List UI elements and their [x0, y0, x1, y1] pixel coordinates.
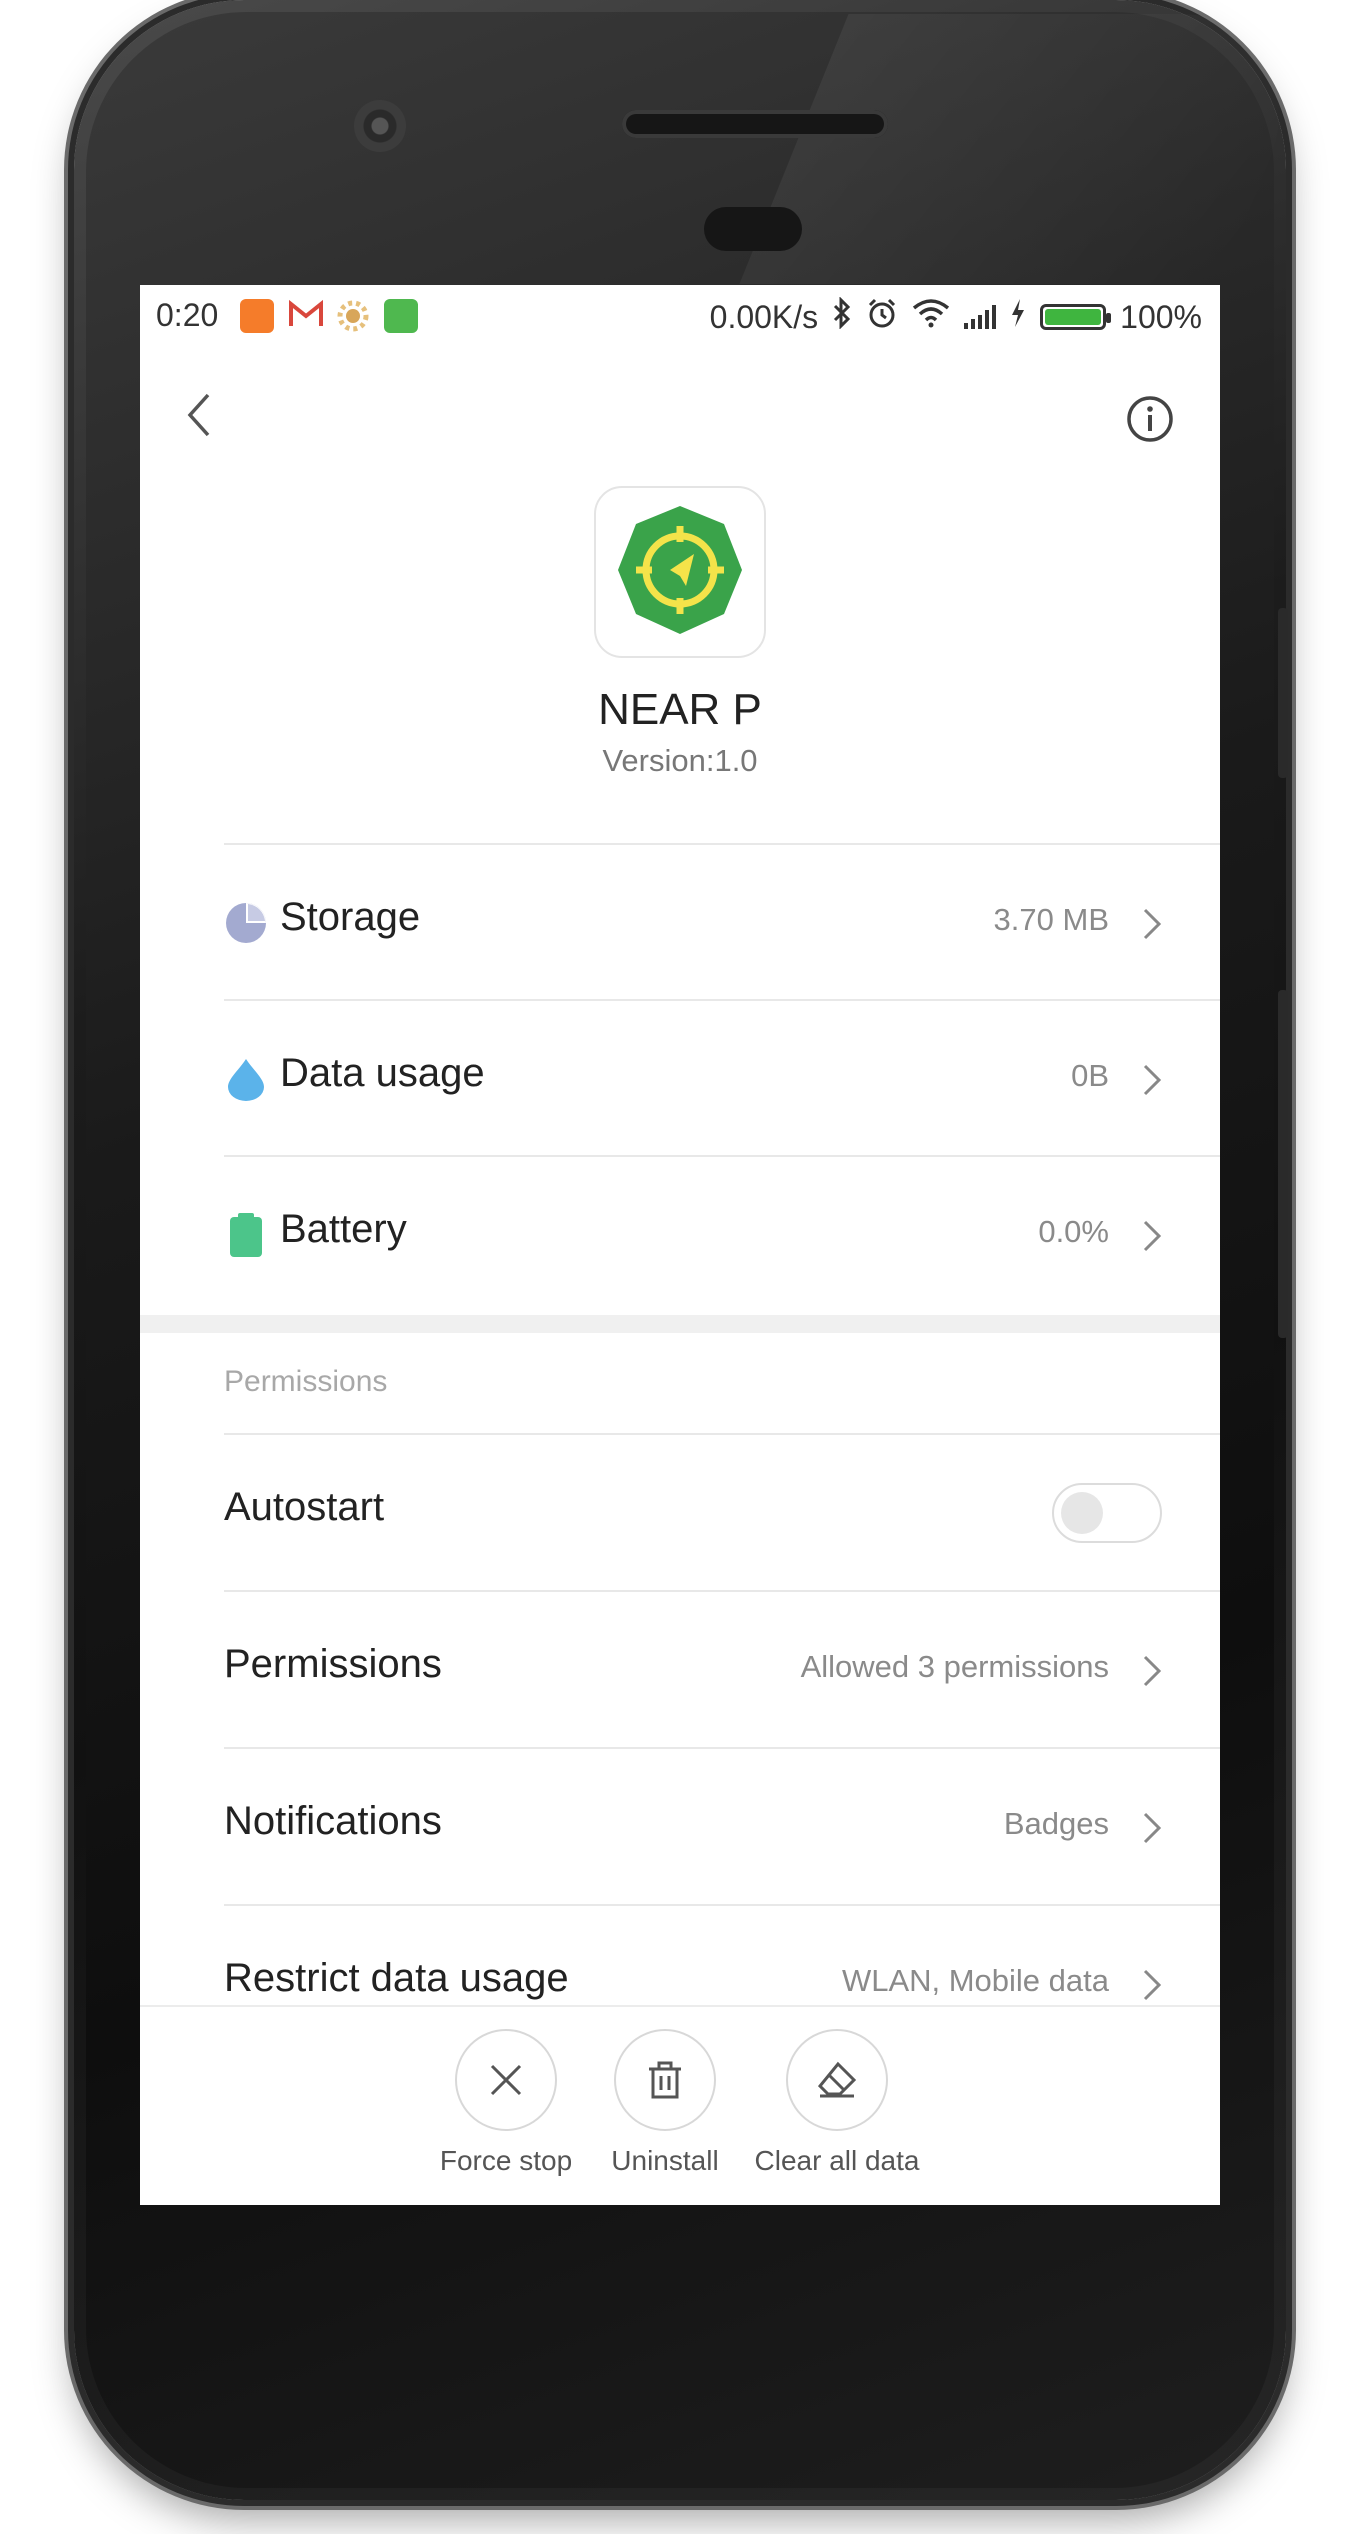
status-right: 0.00K/s 100%: [709, 296, 1202, 337]
power-button: [1278, 608, 1288, 778]
bottom-action-bar: Force stop Uninstall Clear all data: [140, 2005, 1220, 2205]
clear-all-data-label: Clear all data: [754, 2145, 920, 2176]
uninstall-button[interactable]: Uninstall: [565, 2029, 765, 2177]
data-usage-row[interactable]: Data usage 0B: [140, 1001, 1220, 1157]
chevron-left-icon: [187, 393, 210, 437]
uninstall-circle: [614, 2029, 716, 2131]
force-stop-circle: [455, 2029, 557, 2131]
section-separator: [140, 1315, 1220, 1333]
notifications-value: Badges: [1003, 1806, 1109, 1841]
info-button[interactable]: [1126, 395, 1174, 443]
app-version: Version:1.0: [602, 743, 758, 778]
storage-row[interactable]: Storage 3.70 MB: [140, 845, 1220, 1001]
signal-icon: [964, 305, 997, 329]
data-usage-value: 0B: [1071, 1058, 1109, 1093]
mi-icon: [240, 299, 274, 333]
data-usage-label: Data usage: [280, 1051, 485, 1095]
storage-value: 3.70 MB: [993, 902, 1109, 937]
pie-chart-icon: [226, 903, 266, 943]
notifications-label: Notifications: [224, 1799, 442, 1843]
gmail-icon: [288, 299, 324, 337]
bluetooth-icon: [832, 296, 852, 337]
permissions-row[interactable]: Permissions Allowed 3 permissions: [140, 1592, 1220, 1748]
battery-percent: 100%: [1120, 298, 1202, 335]
chevron-right-icon: [1143, 1812, 1162, 1844]
chevron-right-icon: [1143, 1969, 1162, 2001]
chevron-right-icon: [1143, 1655, 1162, 1687]
storage-label: Storage: [280, 895, 421, 939]
uninstall-label: Uninstall: [611, 2145, 719, 2176]
clear-all-data-circle: [786, 2029, 888, 2131]
battery-label: Battery: [280, 1207, 407, 1251]
toggle-knob: [1061, 1492, 1103, 1534]
battery-value: 0.0%: [1038, 1214, 1109, 1249]
close-icon: [490, 2064, 522, 2096]
battery-icon: [230, 1213, 262, 1257]
earpiece-speaker: [622, 110, 888, 138]
trash-icon: [649, 2061, 681, 2099]
compass-target-icon: [618, 506, 742, 634]
charging-icon: [1010, 298, 1026, 336]
autostart-toggle[interactable]: [1052, 1483, 1162, 1543]
permissions-value: Allowed 3 permissions: [800, 1649, 1109, 1684]
front-camera: [354, 100, 406, 152]
battery-level-fill: [1045, 309, 1102, 325]
app-icon: [594, 486, 766, 658]
cat-icon: [384, 299, 418, 333]
wifi-icon: [912, 298, 950, 336]
battery-indicator: [1040, 304, 1112, 330]
alarm-icon: [866, 297, 898, 337]
network-speed: 0.00K/s: [709, 298, 819, 335]
chevron-right-icon: [1143, 1064, 1162, 1096]
notifications-row[interactable]: Notifications Badges: [140, 1749, 1220, 1905]
restrict-data-usage-label: Restrict data usage: [224, 1956, 569, 2000]
autostart-label: Autostart: [224, 1485, 385, 1529]
clear-all-data-button[interactable]: Clear all data: [737, 2029, 937, 2177]
autostart-row: Autostart: [140, 1435, 1220, 1591]
chevron-right-icon: [1143, 908, 1162, 940]
app-name: NEAR P: [598, 685, 762, 734]
eraser-icon: [817, 2061, 857, 2098]
restrict-data-usage-value: WLAN, Mobile data: [841, 1963, 1109, 1998]
chevron-right-icon: [1143, 1220, 1162, 1252]
permissions-section-title: Permissions: [224, 1365, 388, 1398]
permissions-label: Permissions: [224, 1642, 442, 1686]
volume-button: [1278, 990, 1288, 1338]
flower-icon: [336, 299, 370, 341]
status-time: 0:20: [156, 297, 219, 333]
screen: 0:20 0.00K/s 100% NEAR P Version:1.0 Sto…: [140, 285, 1220, 2205]
info-icon: [1127, 396, 1173, 442]
water-drop-icon: [228, 1059, 264, 1101]
status-bar: 0:20 0.00K/s 100%: [140, 285, 1220, 349]
proximity-sensor: [704, 207, 802, 251]
back-button[interactable]: [176, 385, 226, 445]
battery-row[interactable]: Battery 0.0%: [140, 1157, 1220, 1313]
